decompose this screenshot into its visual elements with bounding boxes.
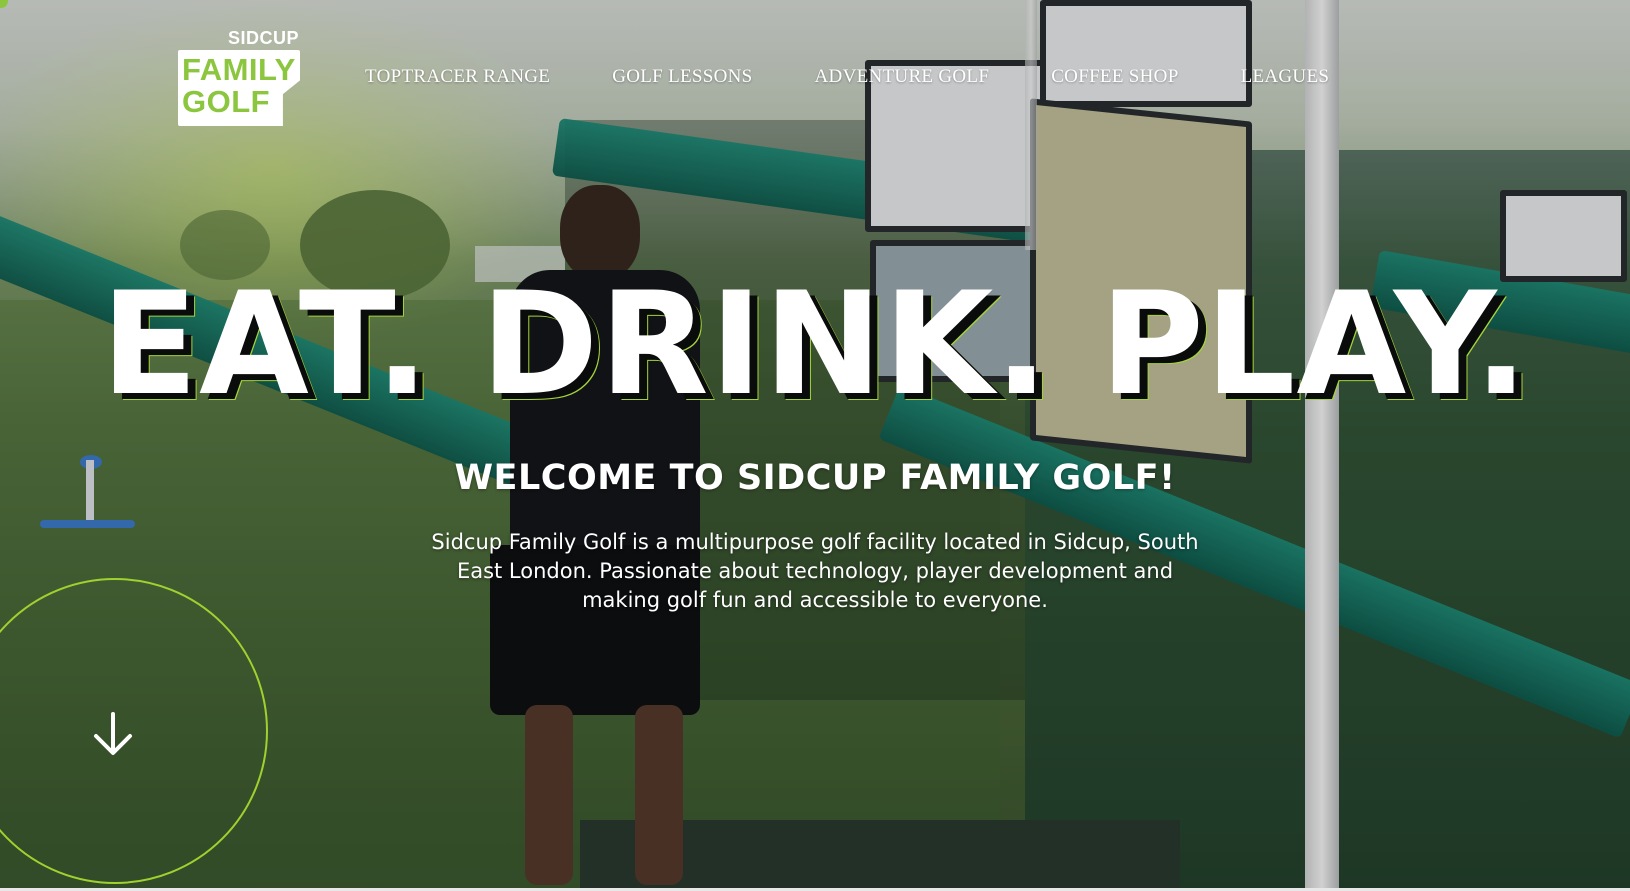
hero-headline: EAT. DRINK. PLAY. [101,262,1529,427]
nav-item-golf-lessons[interactable]: GOLF LESSONS [612,66,752,96]
hero-section: SIDCUP FAMILY GOLF TOPTRACER RANGE GOLF … [0,0,1630,891]
logo-top-word: SIDCUP [227,28,299,48]
main-nav: TOPTRACER RANGE GOLF LESSONS ADVENTURE G… [365,66,1391,96]
intro-paragraph: Sidcup Family Golf is a multipurpose gol… [431,530,1199,612]
site-logo[interactable]: SIDCUP FAMILY GOLF [178,28,303,128]
nav-item-adventure-golf[interactable]: ADVENTURE GOLF [815,66,990,96]
welcome-heading: WELCOME TO SIDCUP FAMILY GOLF! [454,458,1176,498]
nav-item-toptracer-range[interactable]: TOPTRACER RANGE [365,66,550,96]
logo-line1: FAMILY [182,52,296,87]
arrow-down-icon[interactable] [91,712,135,756]
headline-container: EAT. DRINK. PLAY. [0,270,1630,420]
logo-line2: GOLF [182,84,271,119]
nav-item-coffee-shop[interactable]: COFFEE SHOP [1051,66,1178,96]
nav-item-leagues[interactable]: LEAGUES [1241,66,1330,96]
